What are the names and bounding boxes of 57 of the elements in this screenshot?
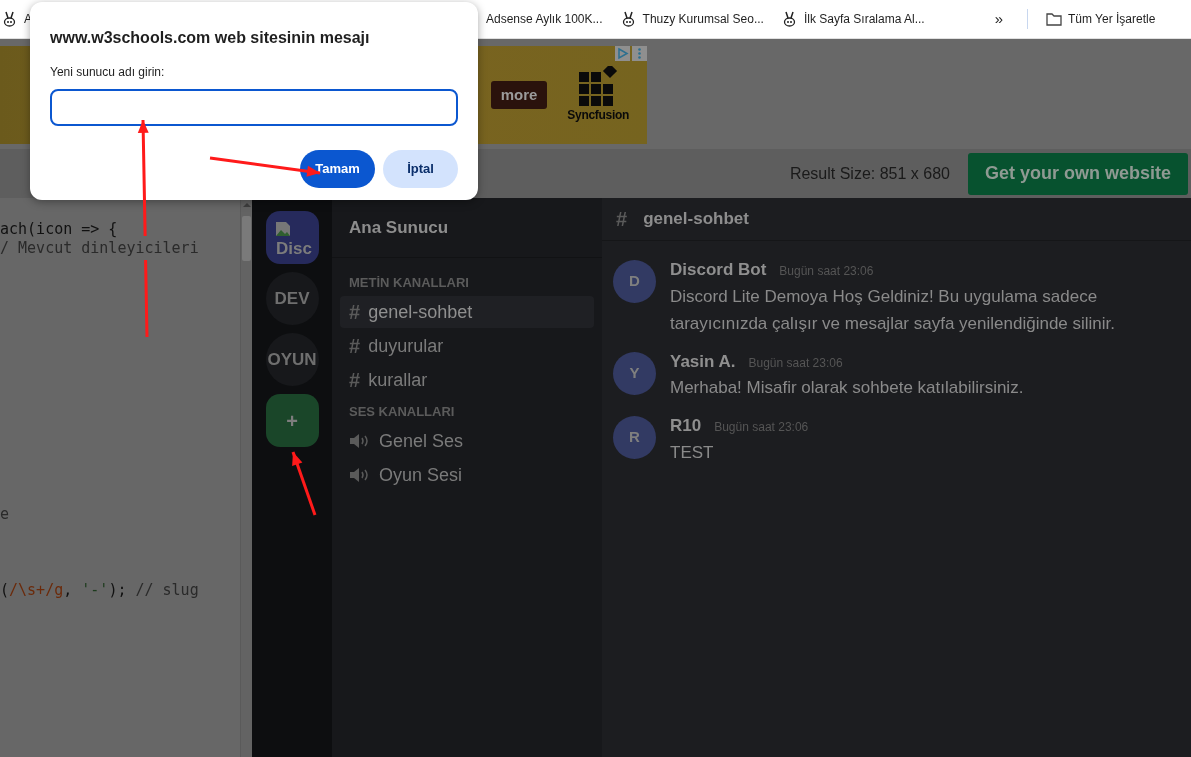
prompt-label: Yeni sunucu adı girin: xyxy=(50,64,166,81)
learn-more-button[interactable]: more xyxy=(490,80,548,110)
message-author[interactable]: Discord Bot xyxy=(670,257,767,283)
category-heading: METİN KANALLARI xyxy=(348,274,470,293)
user-avatar[interactable]: Y xyxy=(613,351,656,395)
message-author[interactable]: R10 xyxy=(670,413,702,439)
rabbit-icon xyxy=(781,11,798,27)
dialog-button[interactable]: İptal xyxy=(383,150,458,188)
scrollbar-thumb[interactable] xyxy=(242,216,251,261)
hash-icon: # xyxy=(616,204,628,234)
channel-item[interactable]: # kurallar xyxy=(340,364,594,396)
code-line: (/\s+/g, '-'); // slug xyxy=(0,581,199,600)
bookmarks-folder-link[interactable]: Tüm Yer İşaretle xyxy=(1068,10,1156,28)
server-title: Ana Sunucu xyxy=(349,216,449,239)
message-text: Discord Lite Demoya Hoş Geldiniz! Bu uygulama sadece tarayıcınızda çalışır ve mesajlar sayfa yenilendiğinde silinir. xyxy=(670,285,1117,335)
code-line: e xyxy=(0,505,10,524)
add-server-button[interactable]: + xyxy=(265,394,319,447)
more-bookmarks-button[interactable]: » xyxy=(990,7,1007,31)
server-icon[interactable]: OYUN xyxy=(265,333,319,386)
message-text: Merhaba! Misafir olarak sohbete katılabilirsiniz. xyxy=(670,377,1024,399)
hash-icon: # xyxy=(349,331,361,361)
channel-item[interactable]: Genel Ses xyxy=(340,425,594,457)
result-size-label: Result Size: 851 x 680 xyxy=(789,163,950,184)
hash-icon: # xyxy=(349,297,361,327)
message-author[interactable]: Yasin A. xyxy=(670,348,736,374)
more-vertical-icon[interactable] xyxy=(632,46,647,61)
code-line: / Mevcut dinleyicileri xyxy=(0,239,199,258)
user-avatar[interactable]: R xyxy=(613,416,656,459)
bookmark-link[interactable]: İlk Sayfa Sıralama Al... xyxy=(803,10,925,28)
message-time: Bugün saat 23:06 xyxy=(779,263,874,280)
ad-logo-text: Syncfusion xyxy=(567,107,629,124)
channel-title: genel-sohbet xyxy=(643,208,749,231)
server-icon[interactable]: DEV xyxy=(265,272,319,325)
input-field[interactable] xyxy=(50,89,458,126)
code-line: ach(icon => { xyxy=(0,220,118,239)
channel-item[interactable]: # duyurular xyxy=(340,330,594,362)
category-heading: SES KANALLARI xyxy=(348,403,456,422)
annotation-arrow xyxy=(291,451,317,516)
hash-icon: # xyxy=(349,365,361,395)
message-text: TEST xyxy=(670,441,715,464)
server-icon[interactable]: Disc xyxy=(265,211,319,264)
speaker-icon xyxy=(349,433,371,449)
user-avatar[interactable]: D xyxy=(613,260,656,303)
get-website-button[interactable]: Get your own website xyxy=(967,152,1188,195)
speaker-icon xyxy=(349,467,371,483)
folder-icon xyxy=(1046,12,1062,26)
message-time: Bugün saat 23:06 xyxy=(748,354,843,372)
rabbit-icon xyxy=(620,11,637,27)
dialog-button[interactable]: Tamam xyxy=(300,150,375,188)
play-triangle-icon[interactable] xyxy=(615,46,630,61)
channel-item[interactable]: # genel-sohbet xyxy=(340,296,594,328)
bookmark-link[interactable]: Thuzy Kurumsal Seo... xyxy=(642,10,764,28)
dialog-title: www.w3schools.com web sitesinin mesajı xyxy=(50,28,371,48)
message-time: Bugün saat 23:06 xyxy=(714,419,809,436)
broken-image-icon xyxy=(274,221,291,237)
bookmark-link[interactable]: Adsense Aylık 100K... xyxy=(486,10,603,28)
channel-item[interactable]: Oyun Sesi xyxy=(340,459,594,491)
